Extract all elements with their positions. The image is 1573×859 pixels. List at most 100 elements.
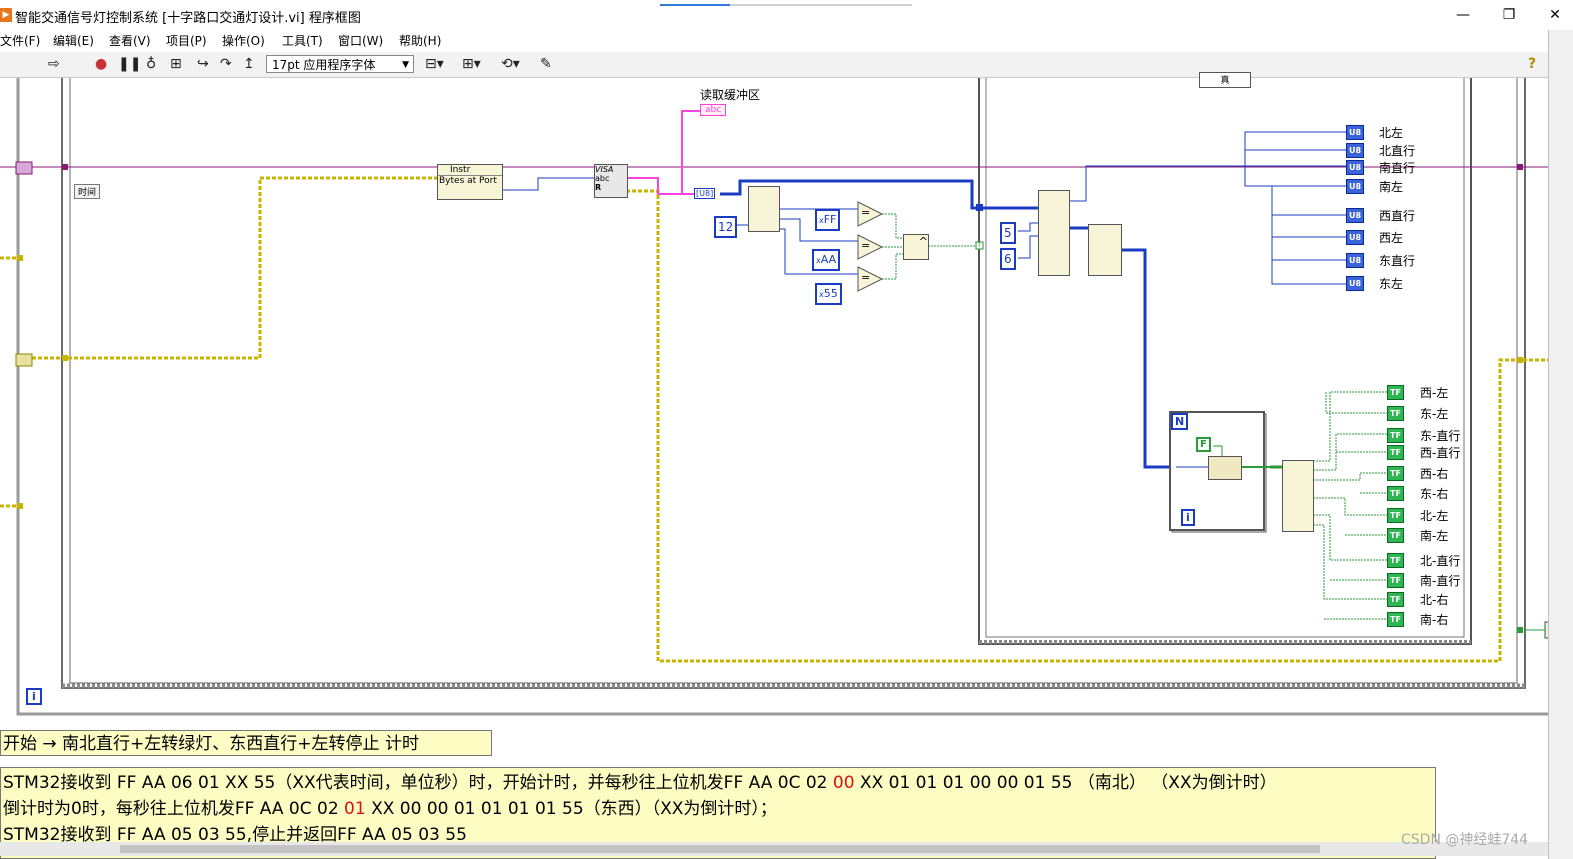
menu-project[interactable]: 项目(P) bbox=[166, 32, 207, 49]
compound-and-node[interactable]: ^ bbox=[903, 234, 929, 260]
menu-file[interactable]: 文件(F) bbox=[0, 32, 40, 49]
block-diagram[interactable]: 时间 读取缓冲区 abc Instr Bytes at Port VISA ab… bbox=[0, 72, 1548, 723]
tf-indicator-west-right[interactable]: TF bbox=[1387, 466, 1404, 481]
restore-button[interactable]: ❐ bbox=[1494, 4, 1524, 26]
annotation-line-2-highlight: 01 bbox=[344, 799, 366, 819]
loop-count-terminal[interactable]: N bbox=[1171, 413, 1189, 430]
case-selector[interactable]: 真 bbox=[1199, 72, 1251, 88]
labview-icon: ▶ bbox=[0, 8, 12, 22]
loop-iteration-terminal[interactable]: i bbox=[1181, 509, 1195, 526]
case-selector-terminal[interactable]: T bbox=[977, 241, 981, 249]
retain-wire-icon[interactable]: ⊞ bbox=[170, 56, 182, 73]
annotation-line-1-highlight: 00 bbox=[832, 773, 855, 793]
annotation-line-2: 倒计时为0时，每秒往上位机发FF AA 0C 02 01 XX 00 00 01… bbox=[3, 796, 1435, 822]
equal-node-1[interactable]: = bbox=[861, 206, 870, 219]
u8-indicator-east-straight[interactable]: U8 bbox=[1346, 253, 1365, 268]
tf-indicator-east-right[interactable]: TF bbox=[1387, 486, 1404, 501]
menu-window[interactable]: 窗口(W) bbox=[338, 32, 383, 49]
minimize-button[interactable]: — bbox=[1448, 4, 1478, 26]
visa-instr-label: Instr bbox=[450, 165, 471, 175]
step-over-icon[interactable]: ↷ bbox=[220, 56, 232, 73]
step-out-icon[interactable]: ↥ bbox=[243, 56, 255, 73]
watermark: CSDN @神经蛙744 bbox=[1401, 832, 1529, 848]
vi-icon-panel bbox=[1548, 30, 1573, 859]
const-12[interactable]: 12 bbox=[714, 216, 738, 238]
false-constant[interactable]: F bbox=[1196, 437, 1211, 452]
annotation-line-2a: 倒计时为0时，每秒往上位机发FF AA 0C 02 bbox=[3, 799, 345, 819]
build-array-node[interactable] bbox=[1088, 224, 1122, 276]
visa-property-node[interactable]: Instr Bytes at Port bbox=[437, 164, 503, 200]
index-array-node-3[interactable] bbox=[1282, 460, 1314, 532]
close-button[interactable]: ✕ bbox=[1540, 4, 1570, 26]
pause-icon[interactable]: ❚❚ bbox=[118, 56, 141, 73]
run-arrow-icon[interactable]: ⇨ bbox=[48, 56, 60, 73]
font-select[interactable]: 17pt 应用程序字体 ▼ bbox=[266, 55, 414, 73]
const-aa[interactable]: xAA bbox=[812, 249, 841, 271]
menu-operate[interactable]: 操作(O) bbox=[222, 32, 265, 49]
tf-indicator-west-straight[interactable]: TF bbox=[1387, 445, 1404, 460]
tf-indicator-north-right[interactable]: TF bbox=[1387, 592, 1404, 607]
select-node[interactable] bbox=[1208, 456, 1242, 480]
u8-label-south-straight: 南直行 bbox=[1379, 161, 1416, 175]
tf-label-south-straight: 南-直行 bbox=[1420, 574, 1461, 588]
u8-label-south-left: 南左 bbox=[1379, 180, 1404, 194]
cleanup-icon[interactable]: ✎ bbox=[540, 56, 552, 73]
visa-read-node[interactable]: VISA abc R bbox=[594, 164, 628, 198]
reorder-icon[interactable]: ⟲▾ bbox=[501, 56, 520, 73]
title-bar: ▶ 智能交通信号灯控制系统 [十字路口交通灯设计.vi] 程序框图 — ❐ ✕ bbox=[0, 0, 1573, 30]
tf-label-east-straight: 东-直行 bbox=[1420, 429, 1461, 443]
u8-indicator-west-straight[interactable]: U8 bbox=[1346, 208, 1365, 223]
const-ff-value: FF bbox=[823, 213, 837, 226]
u8-indicator-west-left[interactable]: U8 bbox=[1346, 230, 1365, 245]
u8-indicator-east-left[interactable]: U8 bbox=[1346, 276, 1365, 291]
tf-label-south-left: 南-左 bbox=[1420, 529, 1449, 543]
u8-indicator-north-left[interactable]: U8 bbox=[1346, 125, 1365, 140]
equal-node-3[interactable]: = bbox=[861, 271, 870, 284]
annotation-line-1a: STM32接收到 FF AA 06 01 XX 55（XX代表时间，单位秒）时，… bbox=[3, 773, 833, 793]
diagram-wires bbox=[0, 78, 1548, 716]
time-terminal[interactable]: 时间 bbox=[74, 184, 101, 199]
const-6[interactable]: 6 bbox=[1000, 248, 1016, 270]
tf-indicator-south-straight[interactable]: TF bbox=[1387, 573, 1404, 588]
highlight-bulb-icon[interactable]: ♁ bbox=[146, 56, 156, 73]
menu-view[interactable]: 查看(V) bbox=[109, 32, 151, 49]
step-into-icon[interactable]: ↪ bbox=[197, 56, 209, 73]
const-55[interactable]: x55 bbox=[815, 283, 842, 305]
u8-label-east-left: 东左 bbox=[1379, 277, 1404, 291]
index-array-node-2[interactable] bbox=[1038, 190, 1070, 276]
u8-indicator-south-left[interactable]: U8 bbox=[1346, 179, 1365, 194]
equal-node-2[interactable]: = bbox=[861, 239, 870, 252]
u8-indicator-north-straight[interactable]: U8 bbox=[1346, 143, 1365, 158]
string-to-u8-node[interactable]: [U8] bbox=[694, 188, 716, 199]
const-ff[interactable]: xFF bbox=[815, 209, 841, 231]
tf-indicator-west-left[interactable]: TF bbox=[1387, 385, 1404, 400]
tf-indicator-east-straight[interactable]: TF bbox=[1387, 428, 1404, 443]
u8-indicator-south-straight[interactable]: U8 bbox=[1346, 160, 1365, 175]
horizontal-scrollbar[interactable] bbox=[0, 842, 1548, 856]
tf-indicator-north-left[interactable]: TF bbox=[1387, 508, 1404, 523]
tf-label-north-left: 北-左 bbox=[1420, 509, 1449, 523]
tf-indicator-east-left[interactable]: TF bbox=[1387, 406, 1404, 421]
menu-tools[interactable]: 工具(T) bbox=[282, 32, 323, 49]
annotation-line-1b: XX 01 01 01 00 00 01 55 （南北） （XX为倒计时） bbox=[854, 773, 1277, 793]
tf-indicator-south-left[interactable]: TF bbox=[1387, 528, 1404, 543]
const-aa-value: AA bbox=[820, 253, 837, 266]
scrollbar-thumb[interactable] bbox=[120, 845, 1320, 853]
annotation-start[interactable]: 开始 → 南北直行+左转绿灯、东西直行+左转停止 计时 bbox=[0, 730, 492, 756]
help-icon[interactable]: ? bbox=[1528, 56, 1536, 73]
window-title: 智能交通信号灯控制系统 [十字路口交通灯设计.vi] 程序框图 bbox=[15, 11, 361, 26]
align-icon[interactable]: ⊟▾ bbox=[425, 56, 444, 73]
read-buffer-label: 读取缓冲区 bbox=[700, 88, 761, 102]
tf-label-north-straight: 北-直行 bbox=[1420, 554, 1461, 568]
menu-edit[interactable]: 编辑(E) bbox=[53, 32, 94, 49]
tf-indicator-south-right[interactable]: TF bbox=[1387, 612, 1404, 627]
abort-icon[interactable]: ● bbox=[95, 56, 107, 73]
read-buffer-indicator[interactable]: abc bbox=[700, 104, 727, 116]
distribute-icon[interactable]: ⊞▾ bbox=[462, 56, 481, 73]
const-5[interactable]: 5 bbox=[1000, 222, 1016, 244]
menu-help[interactable]: 帮助(H) bbox=[399, 32, 441, 49]
index-array-node-1[interactable] bbox=[748, 186, 780, 232]
tf-indicator-north-straight[interactable]: TF bbox=[1387, 553, 1404, 568]
outer-loop-iteration-terminal[interactable]: i bbox=[26, 688, 42, 705]
tf-label-west-left: 西-左 bbox=[1420, 386, 1449, 400]
